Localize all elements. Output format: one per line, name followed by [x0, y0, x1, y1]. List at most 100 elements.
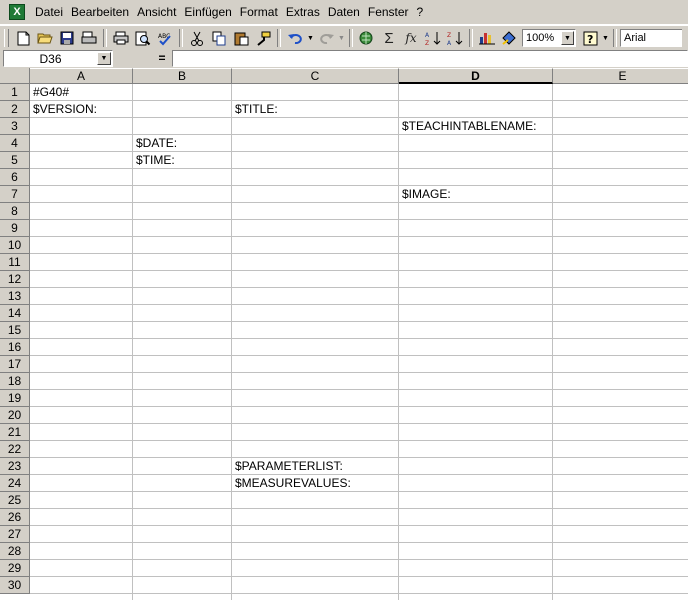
chart-wizard-icon[interactable] — [476, 28, 498, 49]
print-icon[interactable] — [110, 28, 132, 49]
cell-b5[interactable]: $TIME: — [133, 152, 175, 168]
undo-icon[interactable] — [284, 28, 306, 49]
redo-dropdown-icon[interactable]: ▼ — [337, 35, 346, 42]
column-header-b[interactable]: B — [133, 68, 232, 84]
gridline-horizontal — [30, 219, 688, 220]
menu-item-2[interactable]: Ansicht — [133, 5, 180, 19]
row-header[interactable]: 20 — [0, 407, 30, 424]
copy-icon[interactable] — [208, 28, 230, 49]
excel-app-icon[interactable]: X — [9, 4, 25, 20]
cut-icon[interactable] — [186, 28, 208, 49]
row-header[interactable]: 5 — [0, 152, 30, 169]
open-icon[interactable] — [34, 28, 56, 49]
menu-item-6[interactable]: Daten — [324, 5, 364, 19]
menu-item-3[interactable]: Einfügen — [180, 5, 235, 19]
row-header[interactable]: 22 — [0, 441, 30, 458]
edit-formula-button[interactable]: = — [152, 50, 172, 67]
row-header[interactable]: 1 — [0, 84, 30, 101]
row-header[interactable]: 26 — [0, 509, 30, 526]
menu-item-1[interactable]: Bearbeiten — [67, 5, 133, 19]
cell-area[interactable]: #G40# $VERSION: $TITLE: $TEACHINTABLENAME: $… — [30, 84, 688, 600]
row-header[interactable]: 18 — [0, 373, 30, 390]
row-header[interactable]: 19 — [0, 390, 30, 407]
row-header[interactable]: 6 — [0, 169, 30, 186]
toolbar-grip[interactable] — [4, 29, 9, 47]
row-header[interactable]: 2 — [0, 101, 30, 118]
drawing-icon[interactable] — [498, 28, 520, 49]
name-box-dropdown-icon[interactable]: ▼ — [97, 52, 111, 65]
column-header-c[interactable]: C — [232, 68, 399, 84]
cell-c24[interactable]: $MEASUREVALUES: — [232, 475, 351, 491]
hyperlink-icon[interactable] — [356, 28, 378, 49]
undo-dropdown-icon[interactable]: ▼ — [306, 35, 315, 42]
help-icon[interactable]: ? — [579, 28, 601, 49]
cell-c2[interactable]: $TITLE: — [232, 101, 278, 117]
row-header[interactable]: 13 — [0, 288, 30, 305]
cell-d3[interactable]: $TEACHINTABLENAME: — [399, 118, 536, 134]
row-header[interactable]: 17 — [0, 356, 30, 373]
cell-c23[interactable]: $PARAMETERLIST: — [232, 458, 343, 474]
row-header[interactable]: 4 — [0, 135, 30, 152]
cell-d7[interactable]: $IMAGE: — [399, 186, 451, 202]
row-header[interactable]: 12 — [0, 271, 30, 288]
menu-item-7[interactable]: Fenster — [364, 5, 413, 19]
sort-descending-icon[interactable]: ZA — [444, 28, 466, 49]
gridline-horizontal — [30, 423, 688, 424]
menu-item-5[interactable]: Extras — [282, 5, 324, 19]
help-dropdown-icon[interactable]: ▼ — [601, 35, 610, 42]
row-header[interactable]: 28 — [0, 543, 30, 560]
spellcheck-icon[interactable]: ABC — [154, 28, 176, 49]
row-header[interactable]: 7 — [0, 186, 30, 203]
column-header-a[interactable]: A — [30, 68, 133, 84]
row-header[interactable]: 27 — [0, 526, 30, 543]
row-header[interactable]: 9 — [0, 220, 30, 237]
redo-icon[interactable] — [315, 28, 337, 49]
gridline-horizontal — [30, 542, 688, 543]
menu-item-4[interactable]: Format — [236, 5, 282, 19]
row-header[interactable]: 3 — [0, 118, 30, 135]
zoom-dropdown-icon[interactable]: ▼ — [561, 31, 574, 45]
gridline-horizontal — [30, 168, 688, 169]
menu-items: Datei Bearbeiten Ansicht Einfügen Format Extr… — [31, 5, 427, 19]
column-header-e[interactable]: E — [553, 68, 688, 84]
format-painter-icon[interactable] — [252, 28, 274, 49]
sort-ascending-icon[interactable]: AZ — [422, 28, 444, 49]
gridline-horizontal — [30, 457, 688, 458]
preview-icon[interactable] — [132, 28, 154, 49]
row-header[interactable]: 21 — [0, 424, 30, 441]
font-value: Arial — [624, 32, 647, 44]
cell-b4[interactable]: $DATE: — [133, 135, 177, 151]
menu-bar: X Datei Bearbeiten Ansicht Einfügen Format Ex… — [0, 0, 688, 25]
row-header[interactable]: 11 — [0, 254, 30, 271]
select-all-corner[interactable] — [0, 68, 30, 84]
function-icon[interactable]: fx — [400, 28, 422, 49]
svg-text:A: A — [425, 32, 430, 39]
print-preview-icon[interactable] — [78, 28, 100, 49]
font-select[interactable]: Arial — [620, 29, 682, 47]
row-header[interactable]: 14 — [0, 305, 30, 322]
row-header[interactable]: 10 — [0, 237, 30, 254]
menu-item-8[interactable]: ? — [413, 5, 428, 19]
row-header[interactable]: 23 — [0, 458, 30, 475]
row-header[interactable]: 8 — [0, 203, 30, 220]
zoom-select[interactable]: 100% ▼ — [522, 29, 576, 47]
new-icon[interactable] — [12, 28, 34, 49]
menu-item-0[interactable]: Datei — [31, 5, 67, 19]
row-header[interactable]: 16 — [0, 339, 30, 356]
row-header[interactable]: 15 — [0, 322, 30, 339]
gridline-horizontal — [30, 355, 688, 356]
column-header-d[interactable]: D — [399, 68, 553, 84]
save-icon[interactable] — [56, 28, 78, 49]
row-header[interactable]: 25 — [0, 492, 30, 509]
row-header[interactable]: 30 — [0, 577, 30, 594]
row-header[interactable]: 24 — [0, 475, 30, 492]
gridline-horizontal — [30, 491, 688, 492]
paste-icon[interactable] — [230, 28, 252, 49]
autosum-icon[interactable]: Σ — [378, 28, 400, 49]
formula-input[interactable] — [172, 50, 688, 67]
toolbar-separator — [103, 29, 107, 47]
name-box[interactable]: D36 ▼ — [3, 50, 113, 67]
row-header[interactable]: 29 — [0, 560, 30, 577]
cell-a1[interactable]: #G40# — [30, 84, 69, 100]
cell-a2[interactable]: $VERSION: — [30, 101, 97, 117]
